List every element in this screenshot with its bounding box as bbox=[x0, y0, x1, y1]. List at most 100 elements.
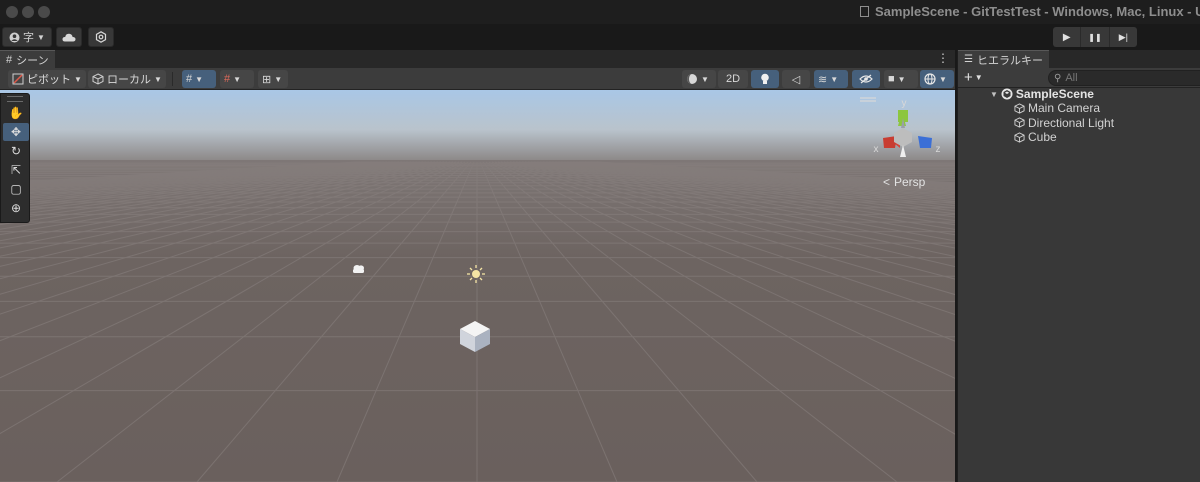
tab-scene-label: シーン bbox=[16, 54, 49, 67]
search-icon: ⚲ bbox=[1054, 72, 1062, 84]
drag-handle-icon[interactable] bbox=[7, 96, 23, 102]
rotate-icon: ↻ bbox=[10, 144, 22, 158]
tab-hierarchy-label: ヒエラルキー bbox=[976, 54, 1043, 67]
pivot-dropdown[interactable]: ピボット ▼ bbox=[8, 70, 86, 88]
chevron-down-icon: ▼ bbox=[233, 74, 242, 84]
mode-2d-toggle[interactable]: 2D bbox=[718, 70, 748, 88]
persp-chevron-icon: < bbox=[883, 175, 890, 189]
account-label: 字 bbox=[23, 32, 35, 44]
playmode-controls: ▶ ❚❚ ▶| bbox=[1053, 27, 1137, 47]
main-toolbar: 字 ▼ ▶ ❚❚ ▶| bbox=[0, 24, 1200, 50]
search-placeholder: All bbox=[1065, 72, 1078, 84]
unity-scene-icon bbox=[1001, 88, 1013, 100]
shading-sphere-icon bbox=[687, 74, 697, 84]
scene-name-label: SampleScene bbox=[1015, 87, 1094, 101]
chevron-down-icon: ▼ bbox=[274, 74, 283, 84]
list-icon: ☰ bbox=[964, 54, 973, 65]
camera-gizmo[interactable] bbox=[353, 265, 364, 273]
add-object-dropdown[interactable]: + ▼ bbox=[964, 69, 983, 86]
tools-overlay: ✋ ✥ ↻ ⇱ ▢ ⊕ bbox=[0, 93, 30, 223]
maximize-window-button[interactable] bbox=[38, 6, 50, 18]
local-label: ローカル bbox=[107, 74, 151, 86]
chevron-down-icon: ▼ bbox=[974, 73, 983, 82]
scene-tabbar: # シーン ⋮ bbox=[0, 50, 955, 68]
window-titlebar: SampleScene - GitTestTest - Windows, Mac… bbox=[0, 0, 1200, 24]
window-title: SampleScene - GitTestTest - Windows, Mac… bbox=[860, 4, 1200, 19]
gizmo-y-label: y bbox=[902, 98, 907, 109]
hierarchy-item[interactable]: Main Camera bbox=[1014, 101, 1100, 115]
persp-label: Persp bbox=[894, 175, 926, 189]
hierarchy-item-label: Main Camera bbox=[1028, 101, 1101, 115]
close-window-button[interactable] bbox=[6, 6, 18, 18]
hierarchy-item[interactable]: Directional Light bbox=[1014, 116, 1114, 130]
grid-icon: # bbox=[6, 53, 13, 66]
window-title-text: SampleScene - GitTestTest - Windows, Mac… bbox=[875, 4, 1200, 19]
rotate-tool-button[interactable]: ↻ bbox=[3, 142, 29, 160]
hierarchy-panel: ☰ ヒエラルキー + ▼ ⚲ All ▼ SampleScene Main Cam… bbox=[957, 50, 1200, 482]
grid-snap-toggle[interactable]: # ▼ bbox=[182, 70, 216, 88]
projection-toggle[interactable]: < Persp bbox=[883, 175, 926, 189]
minimize-window-button[interactable] bbox=[22, 6, 34, 18]
hierarchy-search-input[interactable]: ⚲ All bbox=[1048, 70, 1200, 86]
gizmos-dropdown[interactable]: ▼ bbox=[920, 70, 954, 88]
settings-icon bbox=[95, 31, 107, 43]
chevron-down-icon: ▼ bbox=[195, 74, 204, 84]
camera-icon: ■ bbox=[888, 73, 895, 85]
snap-icon: # bbox=[224, 73, 231, 85]
snap-increment-toggle[interactable]: # ▼ bbox=[220, 70, 254, 88]
rect-tool-button[interactable]: ▢ bbox=[3, 180, 29, 198]
eye-slash-icon bbox=[859, 74, 873, 84]
camera-settings-dropdown[interactable]: ■ ▼ bbox=[884, 70, 918, 88]
move-tool-button[interactable]: ✥ bbox=[3, 123, 29, 141]
chevron-down-icon: ▼ bbox=[154, 74, 162, 84]
hand-tool-button[interactable]: ✋ bbox=[3, 104, 29, 122]
pivot-icon bbox=[12, 73, 24, 85]
account-icon bbox=[9, 32, 20, 42]
hierarchy-item[interactable]: Cube bbox=[1014, 130, 1057, 144]
step-button[interactable]: ▶| bbox=[1110, 27, 1137, 47]
collab-button[interactable] bbox=[88, 27, 114, 47]
scale-icon: ⇱ bbox=[10, 163, 22, 177]
hidden-objects-toggle[interactable] bbox=[852, 70, 880, 88]
hierarchy-scene-row[interactable]: ▼ SampleScene bbox=[990, 87, 1094, 101]
lighting-toggle[interactable] bbox=[751, 70, 779, 88]
draw-mode-dropdown[interactable]: ▼ bbox=[682, 70, 716, 88]
gameobject-cube-icon bbox=[1014, 117, 1025, 128]
pause-button[interactable]: ❚❚ bbox=[1080, 27, 1110, 47]
chevron-down-icon: ▼ bbox=[701, 74, 709, 84]
transform-tool-button[interactable]: ⊕ bbox=[3, 199, 29, 217]
pivot-label: ピボット bbox=[27, 74, 71, 86]
chevron-down-icon: ▼ bbox=[830, 74, 839, 84]
audio-toggle[interactable]: ◁ bbox=[782, 70, 810, 88]
account-dropdown[interactable]: 字 ▼ bbox=[2, 27, 52, 47]
play-icon: ▶ bbox=[1062, 31, 1071, 43]
move-icon: ✥ bbox=[10, 125, 22, 139]
scene-canvas[interactable]: y x z < Persp bbox=[0, 90, 955, 482]
chevron-down-icon: ▼ bbox=[897, 74, 906, 84]
hierarchy-item-label: Cube bbox=[1028, 130, 1057, 144]
play-button[interactable]: ▶ bbox=[1053, 27, 1080, 47]
gameobject-cube-icon bbox=[1014, 102, 1025, 114]
hierarchy-item-label: Directional Light bbox=[1028, 115, 1115, 130]
document-icon bbox=[860, 6, 869, 17]
tab-scene[interactable]: # シーン bbox=[0, 50, 55, 68]
effects-dropdown[interactable]: ≋ ▼ bbox=[814, 70, 848, 88]
cloud-button[interactable] bbox=[56, 27, 82, 47]
expand-arrow-icon[interactable]: ▼ bbox=[990, 90, 998, 99]
chevron-down-icon: ▼ bbox=[939, 74, 947, 84]
scene-toolbar: ピボット ▼ ローカル ▼ # ▼ # ▼ ⊞ ▼ ▼ 2D ◁ ≋ ▼ ■ ▼ ▼ bbox=[0, 68, 955, 90]
gameobject-cube-icon bbox=[1014, 131, 1025, 143]
lightbulb-icon bbox=[761, 73, 769, 84]
tab-hierarchy[interactable]: ☰ ヒエラルキー bbox=[958, 50, 1049, 68]
more-options-icon[interactable]: ⋮ bbox=[937, 51, 949, 65]
chevron-down-icon: ▼ bbox=[74, 74, 82, 84]
pause-icon: ❚❚ bbox=[1088, 32, 1102, 42]
hierarchy-tabbar: ☰ ヒエラルキー bbox=[958, 50, 1200, 68]
local-dropdown[interactable]: ローカル ▼ bbox=[88, 70, 166, 88]
ruler-icon: ⊞ bbox=[262, 73, 272, 86]
scene-viewport[interactable]: y x z < Persp bbox=[0, 90, 955, 482]
cloud-icon bbox=[62, 33, 76, 41]
ruler-toggle[interactable]: ⊞ ▼ bbox=[258, 70, 288, 88]
scale-tool-button[interactable]: ⇱ bbox=[3, 161, 29, 179]
local-cube-icon bbox=[92, 73, 104, 85]
